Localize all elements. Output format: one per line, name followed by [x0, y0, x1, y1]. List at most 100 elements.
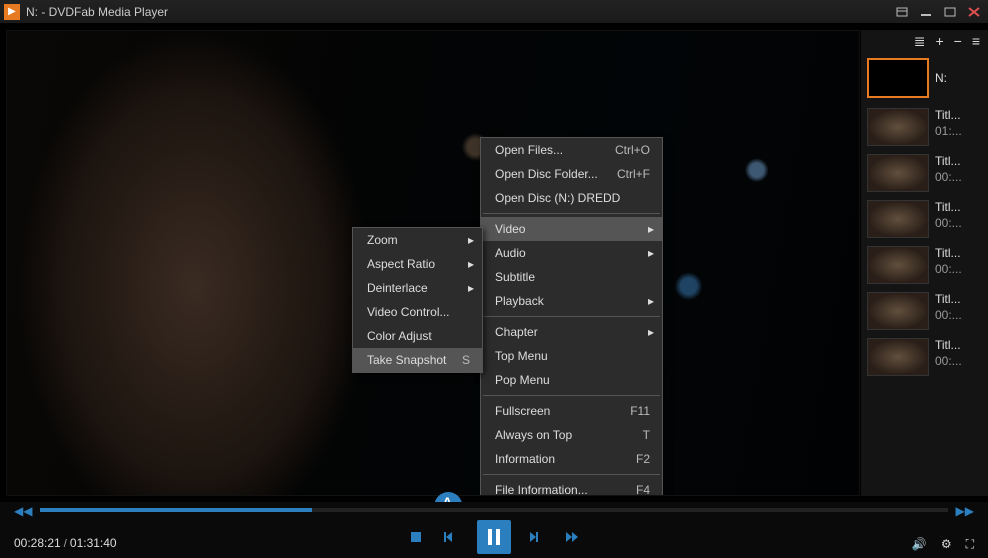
main-area: Open Files...Ctrl+OOpen Disc Folder...Ct… [0, 24, 988, 496]
context-menu-item[interactable]: Pop Menu [481, 368, 662, 392]
menu-item-label: Playback [495, 294, 544, 308]
seek-back-button[interactable]: ◀◀ [14, 504, 32, 518]
playlist-panel: ≣ + − ≡ N: Titl...01:...Titl...00:...Tit… [860, 30, 988, 496]
menu-item-shortcut: F4 [636, 483, 650, 496]
context-menu: Open Files...Ctrl+OOpen Disc Folder...Ct… [480, 137, 663, 496]
context-menu-item[interactable]: Playback▸ [481, 289, 662, 313]
menu-item-shortcut: Ctrl+O [615, 143, 650, 157]
fullscreen-icon[interactable]: ⛶ [966, 537, 974, 552]
playlist-current[interactable]: N: [861, 52, 988, 104]
menu-separator [483, 316, 660, 317]
menu-item-label: Video [495, 222, 525, 236]
playlist-item[interactable]: Titl...00:... [861, 150, 988, 196]
menu-item-label: Chapter [495, 325, 538, 339]
playlist-item-title: Titl... [935, 246, 962, 260]
context-menu-item[interactable]: Always on Top T [481, 423, 662, 447]
context-menu-item[interactable]: FullscreenF11 [481, 399, 662, 423]
playlist-item[interactable]: Titl...00:... [861, 288, 988, 334]
context-menu-item[interactable]: Open Disc Folder...Ctrl+F [481, 162, 662, 186]
menu-item-label: Video Control... [367, 305, 450, 319]
maximize-button[interactable] [940, 4, 960, 20]
prev-button[interactable] [441, 526, 463, 548]
playlist-add-icon[interactable]: + [935, 34, 943, 52]
window-title: N: - DVDFab Media Player [26, 5, 888, 19]
menu-item-label: Audio [495, 246, 526, 260]
seek-forward-button[interactable]: ▶▶ [956, 504, 974, 518]
timecode: 00:28:21 / 01:31:40 [14, 536, 117, 550]
seek-bar[interactable] [40, 508, 948, 512]
playlist-item-meta: Titl... 00:... [935, 200, 962, 230]
playlist-thumbnail [867, 108, 929, 146]
playlist-item-meta: Titl... 00:... [935, 338, 962, 368]
video-submenu-item[interactable]: Aspect Ratio ▸ [353, 252, 482, 276]
menu-item-label: Subtitle [495, 270, 535, 284]
playlist-item-duration: 01:... [935, 124, 962, 138]
context-menu-item: File Information...F4 [481, 478, 662, 496]
video-viewport[interactable]: Open Files...Ctrl+OOpen Disc Folder...Ct… [6, 30, 860, 496]
menu-item-label: Open Disc Folder... [495, 167, 598, 181]
playlist-item-duration: 00:... [935, 354, 962, 368]
current-thumbnail [867, 58, 929, 98]
menu-item-label: Take Snapshot [367, 353, 446, 367]
playlist-item-meta: Titl...00:... [935, 292, 962, 322]
playlist-menu-icon[interactable]: ≡ [972, 34, 980, 52]
submenu-arrow-icon: ▸ [468, 257, 474, 271]
playlist-list: Titl...01:...Titl...00:...Titl...00:...T… [861, 104, 988, 496]
skip-end-button[interactable] [561, 526, 583, 548]
close-button[interactable] [964, 4, 984, 20]
playlist-item[interactable]: Titl...01:... [861, 104, 988, 150]
context-menu-item[interactable]: Subtitle [481, 265, 662, 289]
context-menu-item[interactable]: Chapter ▸ [481, 320, 662, 344]
titlebar: ▶ N: - DVDFab Media Player [0, 0, 988, 24]
transport-buttons [405, 520, 583, 554]
context-menu-item[interactable]: Video▸ [481, 217, 662, 241]
menu-item-shortcut: F2 [636, 452, 650, 466]
playlist-item-duration: 00:... [935, 216, 962, 230]
volume-icon[interactable]: 🔊 [912, 537, 927, 552]
context-menu-item[interactable]: Open Disc (N:) DREDD [481, 186, 662, 210]
playlist-thumbnail [867, 200, 929, 238]
menu-item-label: Always on Top [495, 428, 572, 442]
menu-item-label: Zoom [367, 233, 398, 247]
video-submenu-item[interactable]: Color Adjust [353, 324, 482, 348]
context-menu-item[interactable]: Audio ▸ [481, 241, 662, 265]
compact-view-button[interactable] [892, 4, 912, 20]
pause-button[interactable] [477, 520, 511, 554]
total-time: 01:31:40 [70, 536, 117, 550]
playlist-item[interactable]: Titl... 00:... [861, 242, 988, 288]
submenu-arrow-icon: ▸ [468, 281, 474, 295]
control-extras: 🔊 ⚙ ⛶ [912, 537, 974, 552]
playlist-item-title: Titl... [935, 200, 962, 214]
submenu-arrow-icon: ▸ [648, 246, 654, 260]
playlist-item[interactable]: Titl... 00:... [861, 334, 988, 380]
menu-item-label: Fullscreen [495, 404, 550, 418]
video-submenu-item[interactable]: Deinterlace▸ [353, 276, 482, 300]
context-menu-item[interactable]: Open Files...Ctrl+O [481, 138, 662, 162]
playlist-item-duration: 00:... [935, 262, 962, 276]
current-label: N: [935, 71, 947, 85]
menu-item-shortcut: T [643, 428, 650, 442]
context-menu-item[interactable]: Top Menu [481, 344, 662, 368]
menu-item-shortcut: S [462, 353, 470, 367]
current-time: 00:28:21 [14, 536, 61, 550]
video-submenu-item[interactable]: Take Snapshot S [353, 348, 482, 372]
menu-separator [483, 395, 660, 396]
video-submenu-item[interactable]: Video Control... [353, 300, 482, 324]
stop-button[interactable] [405, 526, 427, 548]
playlist-item-title: Titl... [935, 338, 962, 352]
minimize-button[interactable] [916, 4, 936, 20]
settings-icon[interactable]: ⚙ [941, 537, 952, 552]
seek-progress [40, 508, 312, 512]
playlist-item-duration: 00:... [935, 170, 962, 184]
next-button[interactable] [525, 526, 547, 548]
menu-item-label: Aspect Ratio [367, 257, 435, 271]
playlist-remove-icon[interactable]: − [954, 34, 962, 52]
playlist-item[interactable]: Titl... 00:... [861, 196, 988, 242]
playlist-thumbnail [867, 292, 929, 330]
playlist-thumbnail [867, 154, 929, 192]
submenu-arrow-icon: ▸ [468, 233, 474, 247]
submenu-arrow-icon: ▸ [648, 325, 654, 339]
playlist-list-icon[interactable]: ≣ [914, 34, 926, 52]
context-menu-item[interactable]: InformationF2 [481, 447, 662, 471]
video-submenu-item[interactable]: Zoom ▸ [353, 228, 482, 252]
